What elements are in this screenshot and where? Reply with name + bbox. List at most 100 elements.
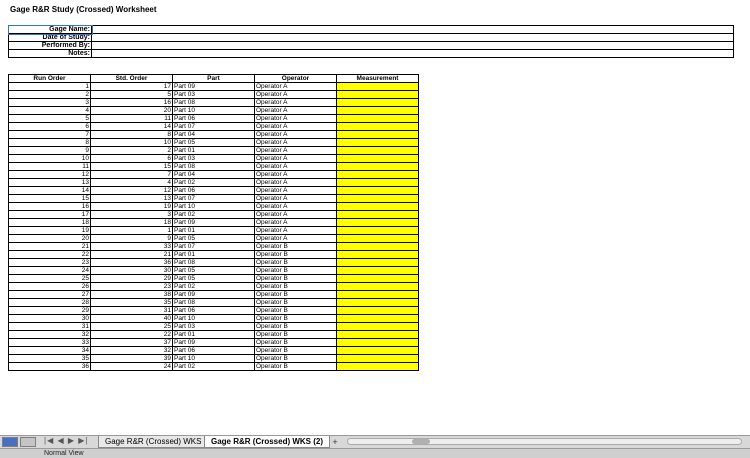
part-cell[interactable]: Part 02 bbox=[172, 362, 255, 371]
header-part[interactable]: Part bbox=[172, 74, 255, 83]
std-order-cell[interactable]: 21 bbox=[90, 250, 173, 259]
part-cell[interactable]: Part 06 bbox=[172, 306, 255, 315]
operator-cell[interactable]: Operator A bbox=[254, 114, 337, 123]
run-order-cell[interactable]: 9 bbox=[8, 146, 91, 155]
std-order-cell[interactable]: 11 bbox=[90, 114, 173, 123]
operator-cell[interactable]: Operator A bbox=[254, 218, 337, 227]
header-std-order[interactable]: Std. Order bbox=[90, 74, 173, 83]
part-cell[interactable]: Part 10 bbox=[172, 202, 255, 211]
std-order-cell[interactable]: 24 bbox=[90, 362, 173, 371]
run-order-cell[interactable]: 26 bbox=[8, 282, 91, 291]
run-order-cell[interactable]: 4 bbox=[8, 106, 91, 115]
operator-cell[interactable]: Operator A bbox=[254, 162, 337, 171]
date-of-study-cell[interactable] bbox=[91, 33, 734, 42]
part-cell[interactable]: Part 07 bbox=[172, 242, 255, 251]
run-order-cell[interactable]: 2 bbox=[8, 90, 91, 99]
operator-cell[interactable]: Operator A bbox=[254, 106, 337, 115]
run-order-cell[interactable]: 12 bbox=[8, 170, 91, 179]
part-cell[interactable]: Part 07 bbox=[172, 194, 255, 203]
operator-cell[interactable]: Operator B bbox=[254, 290, 337, 299]
std-order-cell[interactable]: 32 bbox=[90, 346, 173, 355]
measurement-cell[interactable] bbox=[336, 322, 419, 331]
part-cell[interactable]: Part 06 bbox=[172, 114, 255, 123]
operator-cell[interactable]: Operator B bbox=[254, 242, 337, 251]
date-of-study-label[interactable]: Date of Study: bbox=[8, 33, 92, 42]
std-order-cell[interactable]: 38 bbox=[90, 290, 173, 299]
std-order-cell[interactable]: 40 bbox=[90, 314, 173, 323]
operator-cell[interactable]: Operator A bbox=[254, 82, 337, 91]
part-cell[interactable]: Part 10 bbox=[172, 314, 255, 323]
measurement-cell[interactable] bbox=[336, 114, 419, 123]
measurement-cell[interactable] bbox=[336, 298, 419, 307]
operator-cell[interactable]: Operator B bbox=[254, 354, 337, 363]
measurement-cell[interactable] bbox=[336, 146, 419, 155]
run-order-cell[interactable]: 36 bbox=[8, 362, 91, 371]
part-cell[interactable]: Part 08 bbox=[172, 258, 255, 267]
measurement-cell[interactable] bbox=[336, 210, 419, 219]
operator-cell[interactable]: Operator B bbox=[254, 362, 337, 371]
part-cell[interactable]: Part 01 bbox=[172, 250, 255, 259]
part-cell[interactable]: Part 04 bbox=[172, 130, 255, 139]
run-order-cell[interactable]: 30 bbox=[8, 314, 91, 323]
measurement-cell[interactable] bbox=[336, 314, 419, 323]
part-cell[interactable]: Part 03 bbox=[172, 322, 255, 331]
measurement-cell[interactable] bbox=[336, 202, 419, 211]
std-order-cell[interactable]: 33 bbox=[90, 242, 173, 251]
measurement-cell[interactable] bbox=[336, 250, 419, 259]
operator-cell[interactable]: Operator A bbox=[254, 234, 337, 243]
operator-cell[interactable]: Operator B bbox=[254, 322, 337, 331]
measurement-cell[interactable] bbox=[336, 186, 419, 195]
std-order-cell[interactable]: 9 bbox=[90, 234, 173, 243]
std-order-cell[interactable]: 17 bbox=[90, 82, 173, 91]
part-cell[interactable]: Part 10 bbox=[172, 106, 255, 115]
run-order-cell[interactable]: 23 bbox=[8, 258, 91, 267]
measurement-cell[interactable] bbox=[336, 266, 419, 275]
gage-name-label[interactable]: Gage Name: bbox=[7, 24, 93, 35]
operator-cell[interactable]: Operator A bbox=[254, 178, 337, 187]
measurement-cell[interactable] bbox=[336, 194, 419, 203]
header-run-order[interactable]: Run Order bbox=[8, 74, 91, 83]
run-order-cell[interactable]: 10 bbox=[8, 154, 91, 163]
measurement-cell[interactable] bbox=[336, 282, 419, 291]
std-order-cell[interactable]: 16 bbox=[90, 98, 173, 107]
run-order-cell[interactable]: 21 bbox=[8, 242, 91, 251]
run-order-cell[interactable]: 34 bbox=[8, 346, 91, 355]
measurement-cell[interactable] bbox=[336, 130, 419, 139]
operator-cell[interactable]: Operator B bbox=[254, 306, 337, 315]
header-operator[interactable]: Operator bbox=[254, 74, 337, 83]
measurement-cell[interactable] bbox=[336, 274, 419, 283]
measurement-cell[interactable] bbox=[336, 170, 419, 179]
run-order-cell[interactable]: 35 bbox=[8, 354, 91, 363]
measurement-cell[interactable] bbox=[336, 106, 419, 115]
part-cell[interactable]: Part 09 bbox=[172, 290, 255, 299]
std-order-cell[interactable]: 23 bbox=[90, 282, 173, 291]
operator-cell[interactable]: Operator A bbox=[254, 98, 337, 107]
std-order-cell[interactable]: 7 bbox=[90, 170, 173, 179]
operator-cell[interactable]: Operator B bbox=[254, 274, 337, 283]
notes-cell[interactable] bbox=[91, 49, 734, 58]
measurement-cell[interactable] bbox=[336, 338, 419, 347]
measurement-cell[interactable] bbox=[336, 346, 419, 355]
std-order-cell[interactable]: 1 bbox=[90, 226, 173, 235]
part-cell[interactable]: Part 05 bbox=[172, 138, 255, 147]
run-order-cell[interactable]: 28 bbox=[8, 298, 91, 307]
operator-cell[interactable]: Operator B bbox=[254, 266, 337, 275]
part-cell[interactable]: Part 09 bbox=[172, 82, 255, 91]
operator-cell[interactable]: Operator B bbox=[254, 258, 337, 267]
std-order-cell[interactable]: 15 bbox=[90, 162, 173, 171]
run-order-cell[interactable]: 19 bbox=[8, 226, 91, 235]
measurement-cell[interactable] bbox=[336, 362, 419, 371]
run-order-cell[interactable]: 8 bbox=[8, 138, 91, 147]
normal-view-button[interactable] bbox=[2, 437, 18, 447]
part-cell[interactable]: Part 01 bbox=[172, 330, 255, 339]
operator-cell[interactable]: Operator A bbox=[254, 122, 337, 131]
performed-by-label[interactable]: Performed By: bbox=[8, 41, 92, 50]
part-cell[interactable]: Part 02 bbox=[172, 210, 255, 219]
part-cell[interactable]: Part 08 bbox=[172, 298, 255, 307]
part-cell[interactable]: Part 04 bbox=[172, 170, 255, 179]
measurement-cell[interactable] bbox=[336, 122, 419, 131]
run-order-cell[interactable]: 31 bbox=[8, 322, 91, 331]
run-order-cell[interactable]: 24 bbox=[8, 266, 91, 275]
part-cell[interactable]: Part 07 bbox=[172, 122, 255, 131]
std-order-cell[interactable]: 35 bbox=[90, 298, 173, 307]
